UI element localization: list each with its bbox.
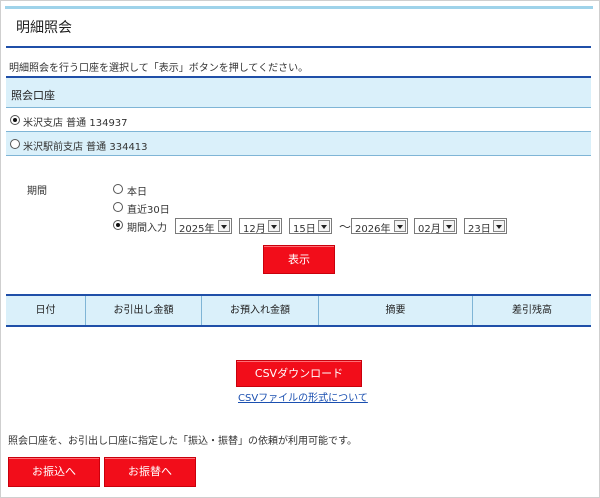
to-month-value: 02月 xyxy=(418,224,441,235)
page-title: 明細照会 xyxy=(16,20,72,36)
period-option-custom-label: 期間入力 xyxy=(127,223,167,234)
statement-table-header: 日付 お引出し金額 お預入れ金額 摘要 差引残高 xyxy=(6,294,591,327)
account-radio-1[interactable] xyxy=(10,115,20,125)
fund-transfer-button[interactable]: お振替へ xyxy=(104,457,196,487)
date-range-separator: ～ xyxy=(339,220,352,234)
instruction-text: 明細照会を行う口座を選択して「表示」ボタンを押してください。 xyxy=(9,63,309,74)
to-year-select[interactable]: 2026年 xyxy=(351,218,408,235)
period-option-last30-label: 直近30日 xyxy=(127,205,170,216)
account-option-1[interactable]: 米沢支店 普通 134937 xyxy=(6,108,591,132)
top-accent-bar xyxy=(5,6,593,9)
chevron-down-icon xyxy=(443,220,455,232)
account-label-1: 米沢支店 普通 134937 xyxy=(23,118,128,129)
period-radio-custom[interactable] xyxy=(113,220,123,230)
period-radio-last30[interactable] xyxy=(113,202,123,212)
period-radio-today[interactable] xyxy=(113,184,123,194)
transfer-notice: 照会口座を、お引出し口座に指定した「振込・振替」の依頼が利用可能です。 xyxy=(8,436,357,447)
account-section-header: 照会口座 xyxy=(6,76,591,108)
show-button[interactable]: 表示 xyxy=(263,245,335,274)
to-day-select[interactable]: 23日 xyxy=(464,218,507,235)
to-year-value: 2026年 xyxy=(355,224,391,235)
csv-download-button[interactable]: CSVダウンロード xyxy=(236,360,362,387)
account-option-2[interactable]: 米沢駅前支店 普通 334413 xyxy=(6,132,591,156)
column-deposit: お預入れ金額 xyxy=(201,296,318,325)
column-balance: 差引残高 xyxy=(472,296,591,325)
from-month-value: 12月 xyxy=(243,224,266,235)
to-day-value: 23日 xyxy=(468,224,491,235)
from-day-select[interactable]: 15日 xyxy=(289,218,332,235)
chevron-down-icon xyxy=(218,220,230,232)
column-description: 摘要 xyxy=(318,296,472,325)
csv-format-link[interactable]: CSVファイルの形式について xyxy=(238,389,368,404)
period-label: 期間 xyxy=(27,186,47,197)
chevron-down-icon xyxy=(394,220,406,232)
from-month-select[interactable]: 12月 xyxy=(239,218,282,235)
column-date: 日付 xyxy=(35,305,56,316)
from-day-value: 15日 xyxy=(293,224,316,235)
transfer-button[interactable]: お振込へ xyxy=(8,457,100,487)
title-divider xyxy=(6,46,591,48)
period-option-today-label: 本日 xyxy=(127,187,147,198)
from-year-select[interactable]: 2025年 xyxy=(175,218,232,235)
chevron-down-icon xyxy=(268,220,280,232)
account-label-2: 米沢駅前支店 普通 334413 xyxy=(23,142,148,153)
chevron-down-icon xyxy=(318,220,330,232)
account-section-title: 照会口座 xyxy=(11,89,55,102)
to-month-select[interactable]: 02月 xyxy=(414,218,457,235)
chevron-down-icon xyxy=(493,220,505,232)
from-year-value: 2025年 xyxy=(179,224,215,235)
column-withdrawal: お引出し金額 xyxy=(85,296,201,325)
account-radio-2[interactable] xyxy=(10,139,20,149)
